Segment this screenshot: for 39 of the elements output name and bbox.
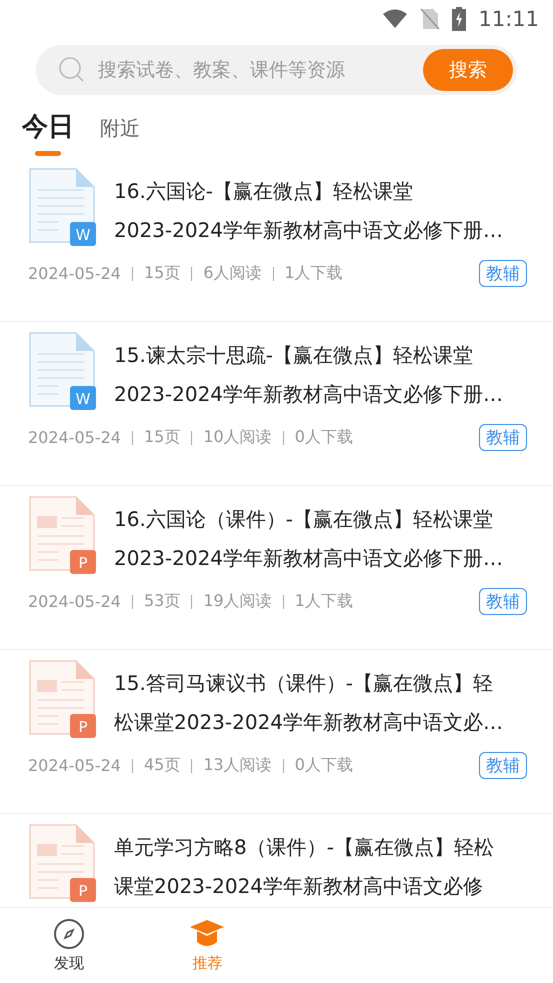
page-count: 45页 [144,755,180,776]
date-text: 2024-05-24 [28,592,121,611]
document-title[interactable]: 单元学习方略8（课件）-【赢在微点】轻松 [114,828,494,867]
page-count: 15页 [144,263,180,284]
read-count: 19人阅读 [203,591,272,612]
nav-item[interactable]: 发现 [0,908,138,983]
download-count: 0人下载 [294,427,353,448]
date-text: 2024-05-24 [28,756,121,775]
page-count: 53页 [144,591,180,612]
document-title[interactable]: 16.六国论（课件）-【赢在微点】轻松课堂 [114,500,504,539]
date-text: 2024-05-24 [28,428,121,447]
category-tag: 教辅 [479,260,527,287]
date-text: 2024-05-24 [28,264,121,283]
download-count: 1人下载 [294,591,353,612]
document-title[interactable]: 15.答司马谏议书（课件）-【赢在微点】轻 [114,664,504,703]
status-time: 11:11 [478,7,539,31]
search-icon [58,56,86,84]
document-title[interactable]: 课堂2023-2024学年新教材高中语文必修 [114,867,494,906]
compass-icon [53,918,86,950]
battery-charging-icon [452,7,466,31]
document-title[interactable]: 15.谏太宗十思疏-【赢在微点】轻松课堂 [114,336,504,375]
document-title[interactable]: 2023-2024学年新教材高中语文必修下册… [114,211,504,250]
wifi-icon [382,9,408,29]
read-count: 10人阅读 [203,427,272,448]
download-count: 1人下载 [284,263,343,284]
document-title[interactable]: 松课堂2023-2024学年新教材高中语文必… [114,703,504,742]
category-tag: 教辅 [479,588,527,615]
document-title[interactable]: 16.六国论-【赢在微点】轻松课堂 [114,172,504,211]
category-tag: 教辅 [479,424,527,451]
document-title[interactable]: 2023-2024学年新教材高中语文必修下册… [114,375,504,414]
read-count: 13人阅读 [203,755,272,776]
page-count: 15页 [144,427,180,448]
category-tag: 教辅 [479,752,527,779]
no-sim-icon [420,8,440,30]
tab[interactable]: 今日 [20,109,76,158]
document-title[interactable]: 2023-2024学年新教材高中语文必修下册… [114,539,504,578]
tab[interactable]: 附近 [98,109,142,158]
download-count: 0人下载 [294,755,353,776]
read-count: 6人阅读 [203,263,262,284]
